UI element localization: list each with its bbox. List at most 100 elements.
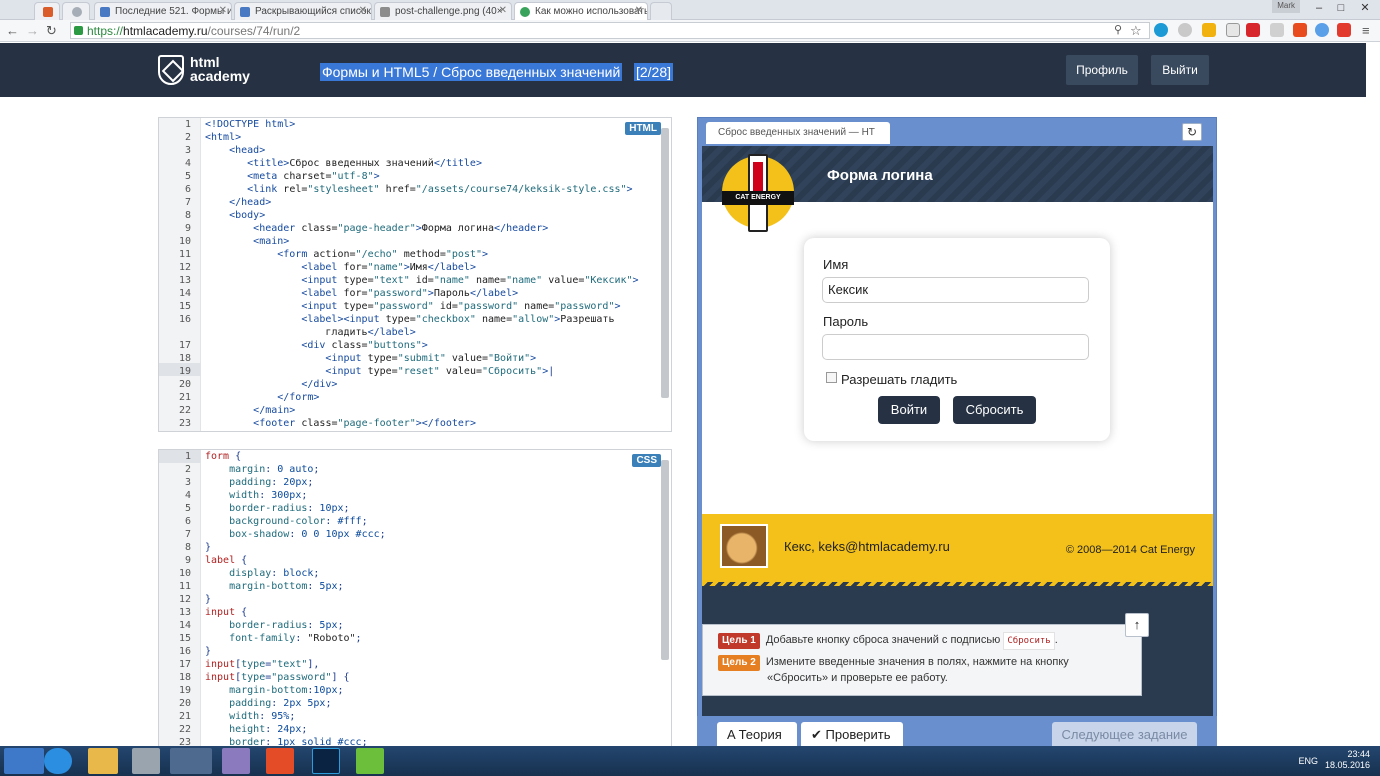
pinned-tab[interactable] [34,2,60,20]
course-title: Формы и HTML5 / Сброс введенных значений… [320,63,674,81]
extension-icon[interactable] [1246,23,1260,37]
check-button[interactable]: ✔ Проверить [801,722,903,748]
extension-icon[interactable] [1202,23,1216,37]
chrome-icon[interactable] [170,748,212,774]
course-progress: [2/28] [633,63,674,81]
close-window-icon[interactable]: ✕ [1354,0,1376,16]
line-number: 15 [178,633,191,644]
line-number: 8 [184,210,191,221]
browser-tab[interactable]: Последние 521. Формы и ✕ [94,2,232,20]
browser-user-name[interactable]: Mark [1272,0,1300,13]
line-number: 17 [178,340,191,351]
tab-title: Как можно использовать [535,6,648,17]
url-field[interactable]: https://htmlacademy.ru/courses/74/run/2 [70,22,1150,39]
close-icon[interactable]: ✕ [359,5,367,16]
close-icon[interactable]: ✕ [219,5,227,16]
htmlacademy-logo[interactable]: html academy [158,55,258,87]
scrollbar[interactable] [661,460,669,660]
name-field[interactable]: Кексик [822,277,1089,303]
extension-icon[interactable] [1178,23,1192,37]
language-indicator[interactable]: ENG [1298,756,1318,766]
goal-text: Добавьте кнопку сброса значений с подпис… [765,634,1001,646]
css-code[interactable]: form { margin: 0 auto; padding: 20px; wi… [205,450,386,747]
lock-icon [74,26,83,35]
star-icon[interactable]: ☆ [1130,23,1142,39]
maximize-icon[interactable]: □ [1330,0,1352,16]
windows-taskbar: ENG 23:44 18.05.2016 [0,746,1380,776]
pin-icon[interactable]: ⚲ [1114,23,1122,36]
submit-button[interactable]: Войти [878,396,940,424]
extension-icon[interactable] [1270,23,1284,37]
line-number: 18 [178,672,191,683]
skype-icon[interactable] [1154,23,1168,37]
line-number: 1 [184,451,191,462]
start-icon[interactable] [4,748,44,774]
refresh-icon[interactable]: ↻ [1182,123,1202,141]
photoshop-icon[interactable] [312,748,340,774]
password-field[interactable] [822,334,1089,360]
line-number: 5 [184,171,191,182]
line-number: 21 [178,711,191,722]
logo-shield-icon [158,55,184,85]
notification-badge-icon[interactable] [1337,23,1351,37]
minimize-icon[interactable]: – [1308,0,1330,16]
app-icon[interactable] [356,748,384,774]
explorer-icon[interactable] [88,748,118,774]
close-icon[interactable]: ✕ [499,5,507,16]
html-code[interactable]: <!DOCTYPE html> <html> <head> <title>Сбр… [205,118,639,430]
reset-button[interactable]: Сбросить [953,396,1036,424]
app-icon[interactable] [222,748,250,774]
tab-favicon-icon [240,7,250,17]
line-number: 21 [178,392,191,403]
line-number: 13 [178,275,191,286]
pinned-tab[interactable] [62,2,90,20]
line-number: 4 [184,158,191,169]
goal-badge: Цель 1 [718,633,760,649]
check-icon: ✔ [811,727,826,742]
css-editor[interactable]: 1 2 3 4 5 6 7 8 9 10 11 12 13 14 15 16 17 18 19 20 21 22 23 fo… [158,449,672,747]
browser-tab-active[interactable]: Как можно использовать ✕ [514,2,648,20]
browser-tab[interactable]: Раскрывающийся список ✕ [234,2,372,20]
logout-button[interactable]: Выйти [1151,55,1209,85]
brackets-icon[interactable] [266,748,294,774]
line-number: 20 [178,698,191,709]
preview-panel: Сброс введенных значений — HT ↻ CAT ENER… [697,117,1217,747]
profile-button[interactable]: Профиль [1066,55,1138,85]
extension-icon[interactable] [1226,23,1240,37]
allow-checkbox[interactable] [826,372,837,383]
tool-icon[interactable] [132,748,160,774]
url-host: htmlacademy.ru [123,24,208,38]
line-number: 17 [178,659,191,670]
pinned-tab-icon [43,7,53,17]
ie-icon[interactable] [44,748,72,774]
preview-tab[interactable]: Сброс введенных значений — HT [706,122,890,144]
new-tab-button[interactable] [650,2,672,20]
cloud-icon[interactable] [1315,23,1329,37]
clock-date: 18.05.2016 [1324,760,1370,770]
browser-tab[interactable]: post-challenge.png (40× ✕ [374,2,512,20]
scrollbar[interactable] [661,128,669,398]
goal-2: Цель 2 Измените введенные значения в поля… [718,654,1069,671]
site-header: html academy Формы и HTML5 / Сброс введе… [0,43,1366,97]
clock[interactable]: 23:44 18.05.2016 [1325,749,1370,771]
reload-icon[interactable]: ↻ [46,23,57,39]
html-badge: HTML [625,122,661,135]
extension-icon[interactable] [1293,23,1307,37]
line-number: 1 [184,119,191,130]
tab-favicon-icon [100,7,110,17]
forward-arrow-icon[interactable]: → [26,23,39,38]
line-number: 6 [184,516,191,527]
html-editor[interactable]: 1 2 3 4 5 6 7 8 9 10 11 12 13 14 15 16 17 18 19 20 21 22 23 <!… [158,117,672,432]
line-number: 16 [178,646,191,657]
next-task-button[interactable]: Следующее задание [1052,722,1197,748]
theory-button[interactable]: A Теория [717,722,797,748]
globe-icon [72,7,82,17]
line-number: 12 [178,262,191,273]
line-number: 8 [184,542,191,553]
line-number: 7 [184,529,191,540]
collapse-arrow-icon[interactable]: ↑ [1125,613,1149,637]
close-icon[interactable]: ✕ [635,5,643,16]
menu-icon[interactable]: ≡ [1362,23,1370,38]
back-arrow-icon[interactable]: ← [6,23,19,38]
tab-title: post-challenge.png (40× [395,6,503,17]
